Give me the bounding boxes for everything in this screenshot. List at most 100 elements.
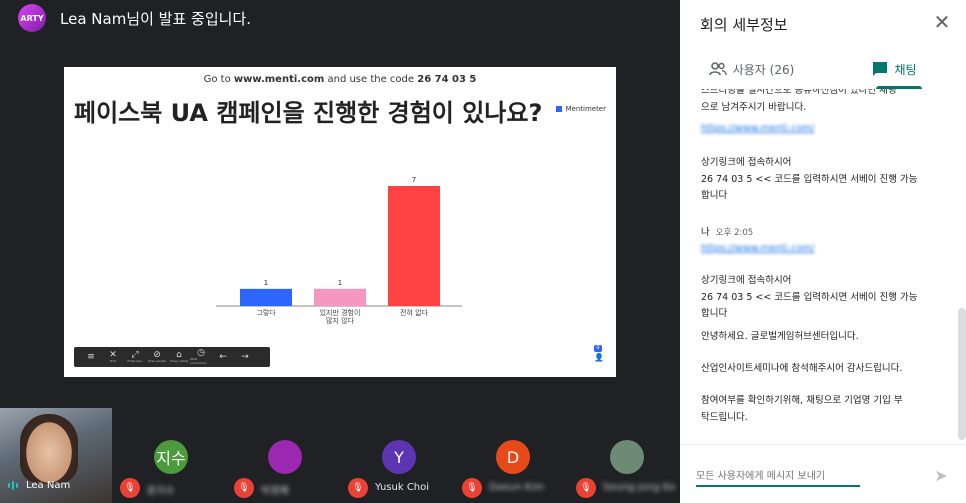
audience-presence: 0 👤 bbox=[592, 345, 604, 365]
category-label: 그렇다 bbox=[256, 308, 276, 317]
chat-message-line: 스트리밍을 실시간으로 공유하신점이 있다면 채팅 bbox=[701, 89, 897, 96]
bar-value-label: 7 bbox=[412, 176, 416, 184]
toolbar-button-1[interactable]: ✕ Exit bbox=[102, 347, 124, 367]
mic-off-icon: 🎙 bbox=[462, 478, 482, 498]
toolbar-button-7[interactable]: → bbox=[234, 347, 256, 367]
chat-message-line: 상기링크에 접속하시어 bbox=[701, 157, 792, 168]
poll-bar-chart: 1 그렇다 1 있지만 경험이많지 않다 7 전혀 없다 bbox=[216, 176, 462, 325]
chat-message: 산업인사이트세미나에 참석해주시어 감사드립니다. bbox=[701, 361, 937, 378]
participant-avatar: D bbox=[496, 440, 530, 474]
top-bar: ARTY Lea Nam님이 발표 중입니다. bbox=[0, 0, 680, 66]
chat-message: https://www.menti.com/ bbox=[701, 121, 937, 138]
toolbar-icon: ⌂ bbox=[176, 350, 182, 360]
panel-title: 회의 세부정보 bbox=[700, 16, 788, 34]
chat-link[interactable]: https://www.menti.com/ bbox=[701, 123, 815, 134]
toolbar-icon: ⤢ bbox=[131, 350, 139, 360]
chat-message-line: 참여여부를 확인하기위해, 채팅으로 기업명 기입 부 bbox=[701, 395, 903, 406]
chat-message: 나 오후 2:05 bbox=[701, 225, 937, 242]
presentation-toolbar: ≡ ✕ Exit ⤢ Fullscreen ⊘ Hide results ⌂ Close vot… bbox=[74, 347, 270, 367]
toolbar-icon: ⊘ bbox=[153, 350, 161, 360]
chat-input-area: ➤ bbox=[680, 444, 966, 503]
chat-message: 참여여부를 확인하기위해, 채팅으로 기업명 기입 부탁드립니다. bbox=[701, 393, 937, 426]
chat-message: https://www.menti.com/ bbox=[701, 241, 937, 258]
mic-off-icon: 🎙 bbox=[234, 478, 254, 498]
presentation-slide: Go to www.menti.com and use the code 26 … bbox=[64, 67, 616, 377]
participant-name: Yusuk Choi bbox=[375, 482, 430, 493]
presence-count-badge: 0 bbox=[594, 345, 602, 352]
participant-avatar bbox=[610, 440, 644, 474]
close-icon: ✕ bbox=[933, 10, 951, 34]
toolbar-button-3[interactable]: ⊘ Hide results bbox=[146, 347, 168, 367]
toolbar-label: Start countdown bbox=[190, 357, 207, 365]
toolbar-button-5[interactable]: ◷ Start countdown bbox=[190, 347, 212, 367]
participant-name: Daeun Kim bbox=[489, 482, 544, 493]
participant-tile[interactable]: D 🎙 Daeun Kim bbox=[456, 408, 568, 503]
chat-message-line: 상기링크에 접속하시어 bbox=[701, 275, 792, 286]
person-icon: 👤 bbox=[594, 353, 604, 362]
chat-message-list: 스트리밍을 실시간으로 공유하신점이 있다면 채팅으로 남겨주시기 바랍니다. h… bbox=[680, 89, 966, 444]
chat-message-line: 안녕하세요. 글로벌게임허브센터입니다. bbox=[701, 331, 859, 342]
toolbar-label: Hide results bbox=[148, 359, 166, 363]
toolbar-button-4[interactable]: ⌂ Close voting bbox=[168, 347, 190, 367]
meet-window: ARTY Lea Nam님이 발표 중입니다. Go to www.menti.… bbox=[0, 0, 966, 503]
tab-chat-label: 채팅 bbox=[894, 62, 917, 77]
toolbar-icon: ◷ bbox=[197, 348, 205, 358]
chat-message-line: 26 74 03 5 << 코드를 입력하시면 서베이 진행 가능 bbox=[701, 291, 918, 303]
chart-bar bbox=[314, 288, 366, 306]
meeting-logo-avatar: ARTY bbox=[18, 4, 46, 32]
chat-message-line: 합니다 bbox=[701, 190, 728, 201]
meeting-details-panel: 회의 세부정보 ✕ 사용자 (26) 채팅 스트리밍을 실시간으로 공유하신점이… bbox=[680, 0, 966, 503]
toolbar-button-6[interactable]: ← bbox=[212, 347, 234, 367]
toolbar-icon: → bbox=[241, 352, 249, 362]
participant-avatar: Y bbox=[382, 440, 416, 474]
chart-bar bbox=[388, 186, 440, 306]
chat-message-input[interactable] bbox=[696, 466, 930, 486]
mic-off-icon: 🎙 bbox=[576, 478, 596, 498]
send-icon: ➤ bbox=[934, 466, 948, 485]
participant-tile[interactable]: 🎙 Seung-jong Ko bbox=[570, 408, 682, 503]
toolbar-button-2[interactable]: ⤢ Fullscreen bbox=[124, 347, 146, 367]
chat-sender: 나 bbox=[701, 227, 710, 238]
toolbar-icon: ✕ bbox=[109, 350, 117, 360]
participant-tile[interactable]: Y 🎙 Yusuk Choi bbox=[342, 408, 454, 503]
chat-icon bbox=[873, 62, 888, 76]
chat-sender-row: 나 오후 2:05 bbox=[701, 225, 937, 242]
presenter-status-text: Lea Nam님이 발표 중입니다. bbox=[60, 10, 252, 28]
toolbar-label: Exit bbox=[110, 359, 116, 363]
self-video-tile[interactable]: Lea Nam bbox=[0, 408, 112, 503]
send-message-button[interactable]: ➤ bbox=[930, 465, 952, 487]
participant-tile[interactable]: 지수 🎙 윤지수 bbox=[114, 408, 226, 503]
participant-strip: Lea Nam 지수 🎙 윤지수 🎙 박영혜 Y 🎙 Yusuk Choi D 🎙 Daeun Ki… bbox=[0, 408, 680, 503]
chat-message-line: 합니다 bbox=[701, 308, 728, 319]
bar-value-label: 1 bbox=[264, 279, 268, 287]
tab-people[interactable]: 사용자 (26) bbox=[680, 50, 823, 88]
chat-link[interactable]: https://www.menti.com/ bbox=[701, 243, 815, 254]
chat-message-line: 26 74 03 5 << 코드를 입력하시면 서베이 진행 가능 bbox=[701, 173, 918, 185]
toolbar-label: Close voting bbox=[169, 359, 189, 363]
tab-chat[interactable]: 채팅 bbox=[823, 50, 966, 88]
chat-message: 스트리밍을 실시간으로 공유하신점이 있다면 채팅으로 남겨주시기 바랍니다. bbox=[701, 89, 937, 116]
mic-off-icon: 🎙 bbox=[120, 478, 140, 498]
speaking-indicator-icon bbox=[8, 481, 18, 490]
chat-message: 상기링크에 접속하시어 26 74 03 5 << 코드를 입력하시면 서베이 진… bbox=[701, 155, 937, 205]
mic-off-icon: 🎙 bbox=[348, 478, 368, 498]
chat-message: 안녕하세요. 글로벌게임허브센터입니다. bbox=[701, 329, 937, 346]
category-label: 있지만 경험이 bbox=[320, 308, 361, 317]
category-label: 전혀 없다 bbox=[400, 308, 429, 317]
self-name: Lea Nam bbox=[26, 480, 71, 491]
close-panel-button[interactable]: ✕ bbox=[930, 10, 954, 34]
toolbar-button-0[interactable]: ≡ bbox=[80, 347, 102, 367]
people-icon bbox=[708, 62, 727, 76]
tab-people-label: 사용자 (26) bbox=[732, 62, 795, 77]
toolbar-icon: ← bbox=[219, 352, 227, 362]
chat-message-line: 산업인사이트세미나에 참석해주시어 감사드립니다. bbox=[701, 363, 903, 374]
chat-message-line: 으로 남겨주시기 바랍니다. bbox=[701, 101, 807, 113]
self-name-row: Lea Nam bbox=[8, 480, 70, 491]
category-label: 많지 않다 bbox=[326, 316, 355, 325]
participant-name: Seung-jong Ko bbox=[603, 482, 676, 493]
participant-tile[interactable]: 🎙 박영혜 bbox=[228, 408, 340, 503]
chat-message-line: 탁드립니다. bbox=[701, 411, 748, 423]
chat-message: 상기링크에 접속하시어 26 74 03 5 << 코드를 입력하시면 서베이 진… bbox=[701, 273, 937, 323]
chart-bar bbox=[240, 288, 292, 306]
chat-scrollbar[interactable] bbox=[958, 308, 966, 440]
